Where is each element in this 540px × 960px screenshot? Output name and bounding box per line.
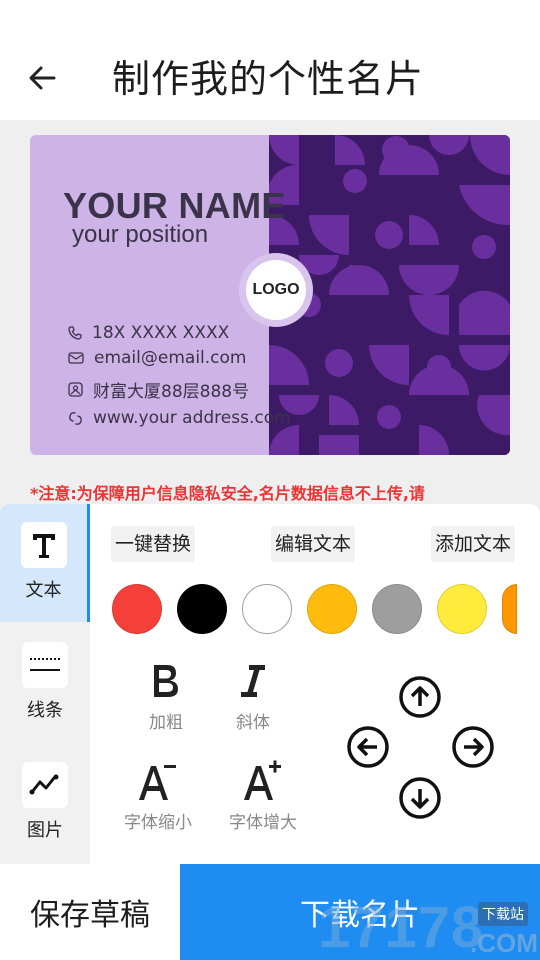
arrow-up-icon <box>399 676 441 718</box>
move-down-button[interactable] <box>398 776 442 820</box>
tool-sidebar: 文本 线条 图片 <box>0 504 90 864</box>
card-position-text[interactable]: your position <box>72 221 208 249</box>
italic-icon <box>241 665 265 697</box>
color-swatch[interactable] <box>242 584 292 634</box>
one-click-replace-button[interactable]: 一键替换 <box>111 526 196 562</box>
sidebar-label-line: 线条 <box>27 700 63 721</box>
color-swatch[interactable] <box>502 584 517 634</box>
move-right-button[interactable] <box>451 725 495 769</box>
font-enlarge-button[interactable]: 字体增大 <box>218 758 308 833</box>
back-button[interactable] <box>22 56 62 100</box>
card-phone-row[interactable]: 18X XXXX XXXX <box>68 323 229 343</box>
edit-panel: 文本 线条 图片 一键替换 编辑文本 添加文本 加粗 斜体 字体缩小 字体增大 <box>0 504 540 864</box>
address-icon <box>68 382 83 397</box>
font-decrease-icon <box>139 765 176 800</box>
sidebar-tab-line[interactable]: 线条 <box>0 624 90 742</box>
arrow-left-icon <box>347 726 389 768</box>
sidebar-label-text: 文本 <box>25 580 62 601</box>
watermark-logo: 17178 <box>318 895 485 960</box>
add-text-button[interactable]: 添加文本 <box>431 526 516 562</box>
color-swatch[interactable] <box>437 584 487 634</box>
arrow-right-icon <box>452 726 494 768</box>
italic-button[interactable]: 斜体 <box>208 658 298 733</box>
image-icon <box>29 774 59 795</box>
italic-label: 斜体 <box>236 713 270 733</box>
phone-text: 18X XXXX XXXX <box>92 323 230 343</box>
move-left-button[interactable] <box>346 725 390 769</box>
page-title: 制作我的个性名片 <box>112 57 425 101</box>
font-enlarge-label: 字体增大 <box>229 813 297 833</box>
privacy-notice: *注意:为保障用户信息隐私安全,名片数据信息不上传,请 <box>30 484 425 503</box>
font-shrink-label: 字体缩小 <box>124 813 192 833</box>
color-swatch[interactable] <box>307 584 357 634</box>
card-address-row[interactable]: 财富大厦88层888号 <box>68 377 249 402</box>
move-up-button[interactable] <box>398 675 442 719</box>
email-icon <box>68 352 84 364</box>
color-swatch[interactable] <box>372 584 422 634</box>
header-bar: 制作我的个性名片 <box>0 0 540 120</box>
bold-button[interactable]: 加粗 <box>121 658 211 733</box>
sidebar-tab-text[interactable]: 文本 <box>0 504 90 622</box>
watermark-suffix: .COM <box>470 928 538 958</box>
sidebar-tab-image[interactable]: 图片 <box>0 744 90 862</box>
business-card-preview[interactable]: YOUR NAME your position LOGO 18X XXXX XX… <box>30 135 510 455</box>
color-swatch[interactable] <box>112 584 162 634</box>
watermark-tag: 下载站 <box>478 902 528 926</box>
phone-icon <box>68 326 82 340</box>
card-logo[interactable]: LOGO <box>239 253 313 327</box>
font-increase-icon <box>244 760 281 800</box>
website-text: www.your address.com <box>93 408 291 428</box>
link-icon <box>69 411 82 425</box>
save-draft-button[interactable]: 保存草稿 <box>0 864 180 960</box>
bold-label: 加粗 <box>149 713 183 733</box>
font-shrink-button[interactable]: 字体缩小 <box>113 758 203 833</box>
text-icon <box>32 534 55 558</box>
sidebar-label-image: 图片 <box>27 820 63 841</box>
logo-text: LOGO <box>252 281 300 298</box>
bold-icon <box>154 665 178 697</box>
back-arrow-icon <box>29 66 56 90</box>
color-swatch[interactable] <box>177 584 227 634</box>
arrow-down-icon <box>399 777 441 819</box>
card-website-row[interactable]: www.your address.com <box>68 408 291 428</box>
line-icon <box>30 658 60 671</box>
address-text: 财富大厦88层888号 <box>93 382 250 402</box>
card-email-row[interactable]: email@email.com <box>68 348 246 368</box>
email-text: email@email.com <box>94 348 247 368</box>
edit-text-button[interactable]: 编辑文本 <box>271 526 356 562</box>
